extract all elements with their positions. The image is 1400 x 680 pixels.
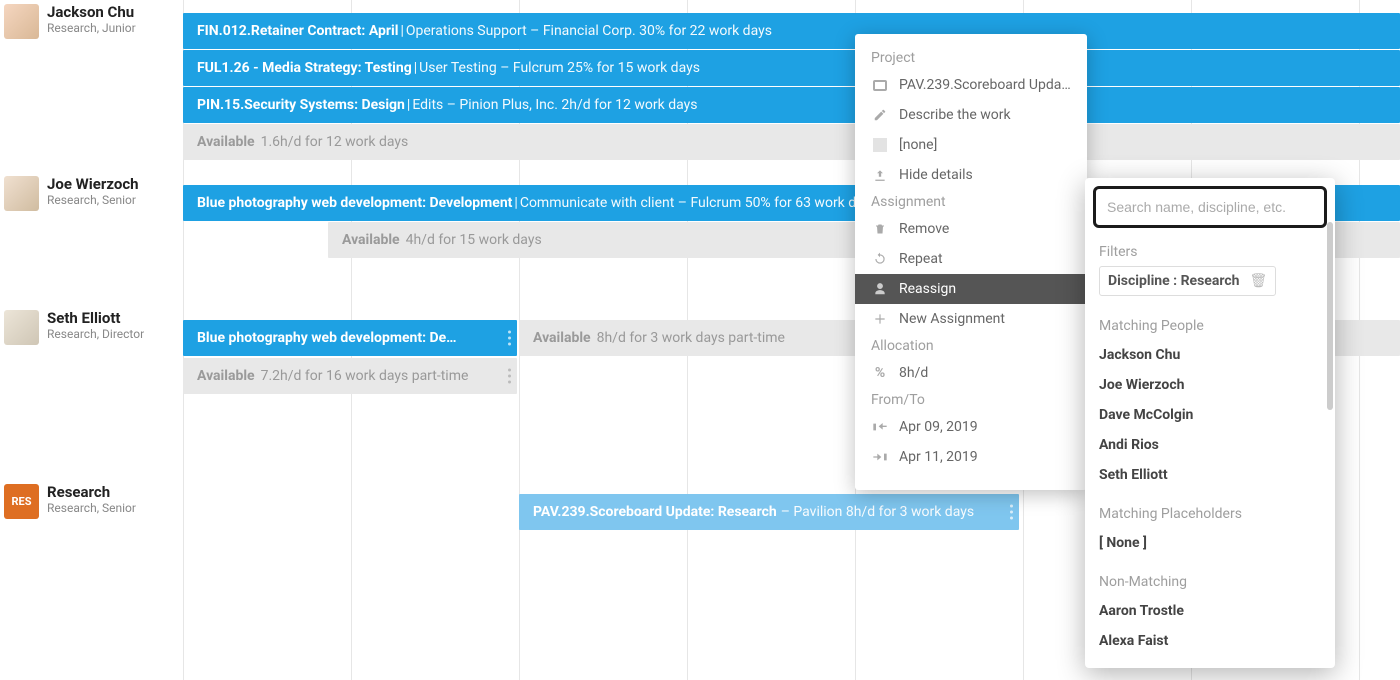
percent-icon: %: [871, 365, 889, 381]
person-row-jackson[interactable]: Jackson Chu Research, Junior: [0, 4, 183, 39]
person-name: Jackson Chu: [47, 4, 136, 21]
plus-icon: [871, 312, 889, 326]
popover-section-project: Project: [855, 46, 1087, 70]
popover-describe[interactable]: Describe the work: [855, 100, 1087, 130]
drag-handle-icon[interactable]: [1010, 505, 1013, 520]
person-row-seth[interactable]: Seth Elliott Research, Director: [0, 310, 183, 345]
placeholder-option[interactable]: [ None ]: [1085, 528, 1335, 558]
pencil-icon: [871, 108, 889, 122]
assignment-bar[interactable]: PIN.15.Security Systems: Design | Edits …: [183, 87, 1400, 123]
popover-section-fromto: From/To: [855, 388, 1087, 412]
popover-repeat[interactable]: Repeat: [855, 244, 1087, 274]
available-bar[interactable]: Available7.2h/d for 16 work days part-ti…: [183, 358, 517, 394]
popover-remove[interactable]: Remove: [855, 214, 1087, 244]
filters-label: Filters: [1085, 238, 1335, 266]
person-option[interactable]: Seth Elliott: [1085, 460, 1335, 490]
avatar: [4, 310, 39, 345]
popover-color-none[interactable]: [none]: [855, 130, 1087, 160]
person-row-research[interactable]: RES Research Research, Senior: [0, 484, 183, 519]
avatar: [4, 176, 39, 211]
available-bar[interactable]: Available1.6h/d for 12 work days: [183, 124, 1400, 160]
assignment-bar[interactable]: FIN.012.Retainer Contract: April | Opera…: [183, 13, 1400, 49]
drag-handle-icon[interactable]: [508, 331, 511, 346]
remove-filter-icon[interactable]: 🗑: [1250, 273, 1268, 289]
popover-project-link[interactable]: PAV.239.Scoreboard Updat…: [855, 70, 1087, 100]
date-end-icon: [871, 452, 889, 462]
person-option[interactable]: Joe Wierzoch: [1085, 370, 1335, 400]
person-role: Research, Junior: [47, 21, 136, 35]
popover-allocation[interactable]: % 8h/d: [855, 358, 1087, 388]
assignment-bar[interactable]: FUL1.26 - Media Strategy: Testing | User…: [183, 50, 1400, 86]
person-option[interactable]: Dave McColgin: [1085, 400, 1335, 430]
popover-to-date[interactable]: Apr 11, 2019: [855, 442, 1087, 472]
popover-new-assignment[interactable]: New Assignment: [855, 304, 1087, 334]
person-icon: [871, 282, 889, 296]
reassign-search-popover: Filters Discipline : Research 🗑 Matching…: [1085, 178, 1335, 668]
repeat-icon: [871, 252, 889, 266]
popover-from-date[interactable]: Apr 09, 2019: [855, 412, 1087, 442]
assignment-bar-selected[interactable]: PAV.239.Scoreboard Update: Research – Pa…: [519, 494, 1019, 530]
person-option[interactable]: Aaron Trostle: [1085, 596, 1335, 626]
nonmatching-label: Non-Matching: [1085, 568, 1335, 596]
matching-placeholders-label: Matching Placeholders: [1085, 500, 1335, 528]
person-option[interactable]: Andi Rios: [1085, 430, 1335, 460]
avatar-placeholder: RES: [4, 484, 39, 519]
popover-reassign[interactable]: Reassign: [855, 274, 1087, 304]
avatar: [4, 4, 39, 39]
person-role: Research, Director: [47, 327, 144, 341]
trash-icon: [871, 222, 889, 236]
person-role: Research, Senior: [47, 501, 136, 515]
search-input[interactable]: [1099, 192, 1321, 222]
drag-handle-icon[interactable]: [508, 369, 511, 384]
popover-section-allocation: Allocation: [855, 334, 1087, 358]
search-input-wrap: [1093, 186, 1327, 228]
popover-hide-details[interactable]: Hide details: [855, 160, 1087, 190]
person-name: Seth Elliott: [47, 310, 144, 327]
color-swatch-icon: [871, 138, 889, 152]
project-icon: [871, 80, 889, 91]
assignment-bar[interactable]: Blue photography web development: De…: [183, 320, 517, 356]
assignment-popover: Project PAV.239.Scoreboard Updat… Descri…: [855, 34, 1087, 490]
person-role: Research, Senior: [47, 193, 139, 207]
scrollbar[interactable]: [1327, 222, 1333, 410]
filter-chip[interactable]: Discipline : Research 🗑: [1099, 266, 1276, 296]
person-name: Joe Wierzoch: [47, 176, 139, 193]
collapse-icon: [871, 168, 889, 182]
person-option[interactable]: Alexa Faist: [1085, 626, 1335, 656]
popover-section-assignment: Assignment: [855, 190, 1087, 214]
matching-people-label: Matching People: [1085, 312, 1335, 340]
date-start-icon: [871, 422, 889, 432]
person-option[interactable]: Jackson Chu: [1085, 340, 1335, 370]
person-row-joe[interactable]: Joe Wierzoch Research, Senior: [0, 176, 183, 211]
person-name: Research: [47, 484, 136, 501]
